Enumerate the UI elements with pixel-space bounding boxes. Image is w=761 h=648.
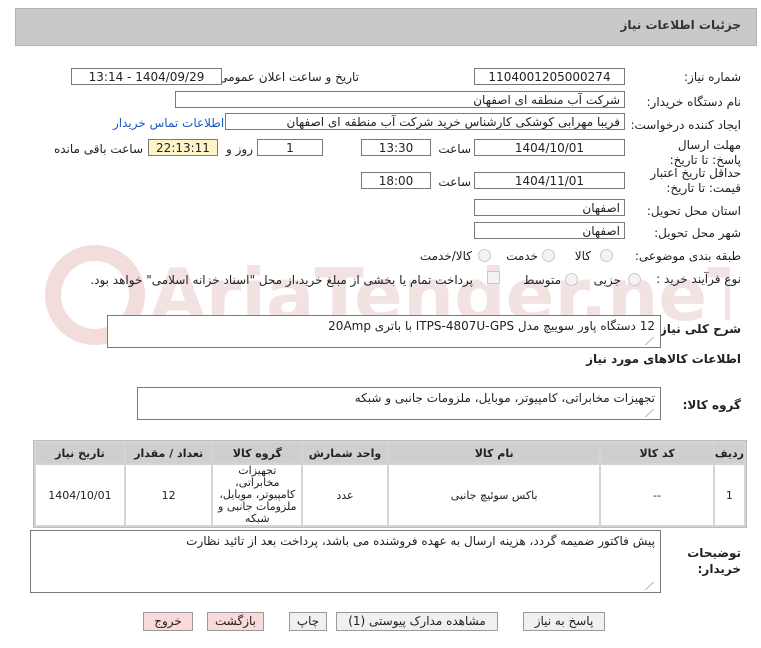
category-option-goods: کالا xyxy=(574,249,591,263)
table-header-row: ردیف کد کالا نام کالا واحد شمارش گروه کا… xyxy=(36,443,744,463)
need-number-label: شماره نیاز: xyxy=(684,70,741,84)
items-table: ردیف کد کالا نام کالا واحد شمارش گروه کا… xyxy=(33,440,747,528)
buyer-notes-label: توضیحات خریدار: xyxy=(687,546,741,576)
exit-button[interactable]: خروج xyxy=(143,612,193,631)
view-attachments-button[interactable]: مشاهده مدارک پیوستی (1) xyxy=(336,612,498,631)
summary-textarea[interactable]: 12 دستگاه پاور سوییچ مدل ITPS-4807U-GPS … xyxy=(107,315,662,348)
resize-grip[interactable] xyxy=(645,337,662,345)
col-header-unit: واحد شمارش xyxy=(303,443,387,463)
buyer-notes-textarea[interactable]: پیش فاکتور ضمیمه گردد، هزینه ارسال به عه… xyxy=(30,530,662,593)
category-option-service: خدمت xyxy=(506,249,538,263)
goods-info-title: اطلاعات کالاهای مورد نیاز xyxy=(586,352,741,366)
buyer-org-label: نام دستگاه خریدار: xyxy=(646,95,742,109)
deadline-date-field[interactable]: 1404/10/01 xyxy=(474,139,625,156)
announce-field[interactable]: 1404/09/29 - 13:14 xyxy=(71,68,222,85)
print-button[interactable]: چاپ xyxy=(289,612,327,631)
province-label: استان محل تحویل: xyxy=(646,204,741,218)
goods-group-text: تجهیزات مخابراتی، کامپیوتر، موبایل، ملزو… xyxy=(354,391,655,405)
creator-field[interactable]: فریبا مهرابی کوشکی کارشناس خرید شرکت آب … xyxy=(225,113,625,130)
page-title: جزئیات اطلاعات نیاز xyxy=(620,18,741,32)
summary-text: 12 دستگاه پاور سوییچ مدل ITPS-4807U-GPS … xyxy=(328,319,655,333)
col-header-qty: تعداد / مقدار xyxy=(125,443,212,463)
days-label: روز و xyxy=(226,142,253,156)
cell-name: باکس سوئیچ جانبی xyxy=(388,465,600,525)
back-button[interactable]: بازگشت xyxy=(207,612,264,631)
payment-note: پرداخت تمام یا بخشی از مبلغ خرید،از محل … xyxy=(90,273,473,287)
cell-group: تجهیزات مخابراتی، کامپیوتر، موبایل، ملزو… xyxy=(213,465,302,525)
creator-label: ایجاد کننده درخواست: xyxy=(630,118,741,132)
treasury-checkbox[interactable] xyxy=(487,271,500,284)
need-number-field[interactable]: 1104001205000274 xyxy=(474,68,625,85)
remaining-label: ساعت باقی مانده xyxy=(53,142,143,156)
validity-time-label: ساعت xyxy=(438,175,471,189)
process-radio-minor[interactable] xyxy=(628,273,641,286)
resize-grip[interactable] xyxy=(645,409,662,417)
city-field[interactable]: اصفهان xyxy=(474,222,625,239)
category-radio-both[interactable] xyxy=(478,249,491,262)
province-field[interactable]: اصفهان xyxy=(474,199,625,216)
process-radio-medium[interactable] xyxy=(565,273,578,286)
reply-button[interactable]: پاسخ به نیاز xyxy=(523,612,605,631)
goods-group-label: گروه کالا: xyxy=(682,398,741,412)
cell-qty: 12 xyxy=(125,465,212,525)
buyer-org-field[interactable]: شرکت آب منطقه ای اصفهان xyxy=(175,91,625,108)
announce-label: تاریخ و ساعت اعلان عمومی: xyxy=(214,70,359,84)
col-header-name: نام کالا xyxy=(388,443,600,463)
cell-unit: عدد xyxy=(303,465,387,525)
deadline-time-label: ساعت xyxy=(438,142,471,156)
col-header-row-number: ردیف xyxy=(714,443,744,463)
days-field[interactable]: 1 xyxy=(257,139,323,156)
cell-date: 1404/10/01 xyxy=(36,465,124,525)
category-radio-service[interactable] xyxy=(542,249,555,262)
category-option-both: کالا/خدمت xyxy=(419,249,472,263)
col-header-group: گروه کالا xyxy=(213,443,302,463)
buyer-notes-text: پیش فاکتور ضمیمه گردد، هزینه ارسال به عه… xyxy=(186,534,655,548)
validity-date-field[interactable]: 1404/11/01 xyxy=(474,172,625,189)
remaining-time-field: 22:13:11 xyxy=(148,139,218,156)
validity-time-field[interactable]: 18:00 xyxy=(361,172,431,189)
process-label: نوع فرآیند خرید : xyxy=(656,272,741,286)
cell-row-number: 1 xyxy=(714,465,744,525)
goods-group-textarea[interactable]: تجهیزات مخابراتی، کامپیوتر، موبایل، ملزو… xyxy=(137,387,662,420)
deadline-label: مهلت ارسال پاسخ: تا تاریخ: xyxy=(669,138,741,167)
process-option-minor: جزیی xyxy=(593,273,621,287)
category-label: طبقه بندی موضوعی: xyxy=(634,249,741,263)
cell-code: -- xyxy=(601,465,713,525)
deadline-time-field[interactable]: 13:30 xyxy=(361,139,431,156)
col-header-date: تاریخ نیاز xyxy=(36,443,124,463)
process-option-medium: متوسط xyxy=(523,273,561,287)
table-row[interactable]: 1 -- باکس سوئیچ جانبی عدد تجهیزات مخابرا… xyxy=(36,465,744,525)
city-label: شهر محل تحویل: xyxy=(654,226,741,240)
validity-label: حداقل تاریخ اعتبار قیمت: تا تاریخ: xyxy=(650,166,741,195)
contact-buyer-link[interactable]: اطلاعات تماس خریدار xyxy=(113,116,224,130)
col-header-code: کد کالا xyxy=(601,443,713,463)
resize-grip[interactable] xyxy=(645,582,662,590)
summary-label: شرح کلی نیاز: xyxy=(655,322,741,336)
category-radio-goods[interactable] xyxy=(600,249,613,262)
